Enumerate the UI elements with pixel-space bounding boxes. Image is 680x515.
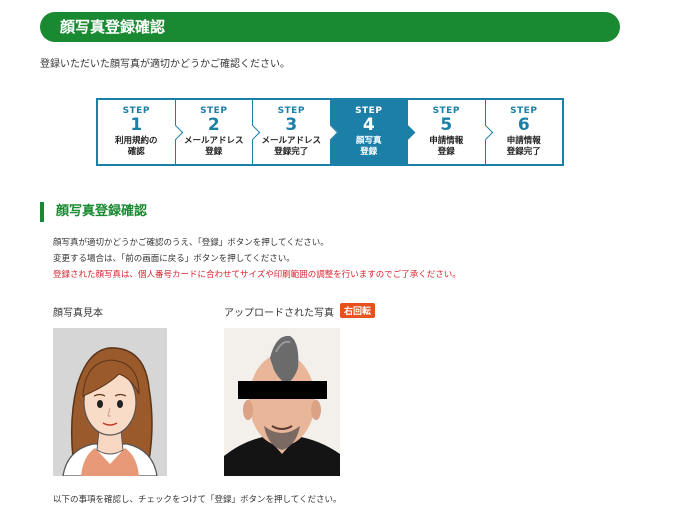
step-1: STEP 1 利用規約の 確認: [98, 100, 183, 164]
confirm-instruction: 以下の事項を確認し、チェックをつけて「登録」ボタンを押してください。: [53, 495, 342, 505]
step-number: 6: [517, 115, 530, 135]
step-6: STEP 6 申請情報 登録完了: [486, 100, 563, 164]
sample-caption: 顔写真見本: [53, 308, 103, 319]
step-3: STEP 3 メールアドレス 登録完了: [253, 100, 338, 164]
step-number: 4: [362, 115, 375, 135]
step-number: 3: [285, 115, 298, 135]
step-number: 1: [130, 115, 143, 135]
step-name: 申請情報 登録完了: [506, 136, 541, 157]
rotate-right-button[interactable]: 右回転: [340, 303, 376, 318]
notice-line: 登録された顔写真は、個人番号カードに合わせてサイズや印刷範囲の調整を行いますので…: [53, 270, 461, 280]
step-number: 2: [207, 115, 220, 135]
instruction-line-2: 変更する場合は、「前の画面に戻る」ボタンを押してください。: [53, 254, 295, 264]
instruction-line-1: 顔写真が適切かどうかご確認のうえ、「登録」ボタンを押してください。: [53, 238, 329, 248]
step-4-active: STEP 4 顔写真 登録: [330, 100, 416, 164]
step-name: メールアドレス 登録: [183, 136, 244, 157]
intro-text: 登録いただいた顔写真が適切かどうかご確認ください。: [40, 59, 290, 70]
step-2: STEP 2 メールアドレス 登録: [176, 100, 261, 164]
section-title: 顔写真登録確認: [40, 202, 147, 222]
page-title: 顔写真登録確認: [40, 12, 620, 42]
sample-photo-illustration: [53, 328, 167, 476]
step-name: 顔写真 登録: [355, 136, 382, 157]
uploaded-photo: [224, 328, 340, 476]
step-name: 申請情報 登録: [429, 136, 464, 157]
upload-caption: アップロードされた写真: [224, 308, 334, 319]
step-name: メールアドレス 登録完了: [261, 136, 321, 157]
step-5: STEP 5 申請情報 登録: [408, 100, 493, 164]
step-progress: STEP 1 利用規約の 確認 STEP 2 メールアドレス 登録 STEP 3 メ…: [96, 98, 564, 166]
step-name: 利用規約の 確認: [114, 136, 158, 157]
step-number: 5: [440, 115, 453, 135]
